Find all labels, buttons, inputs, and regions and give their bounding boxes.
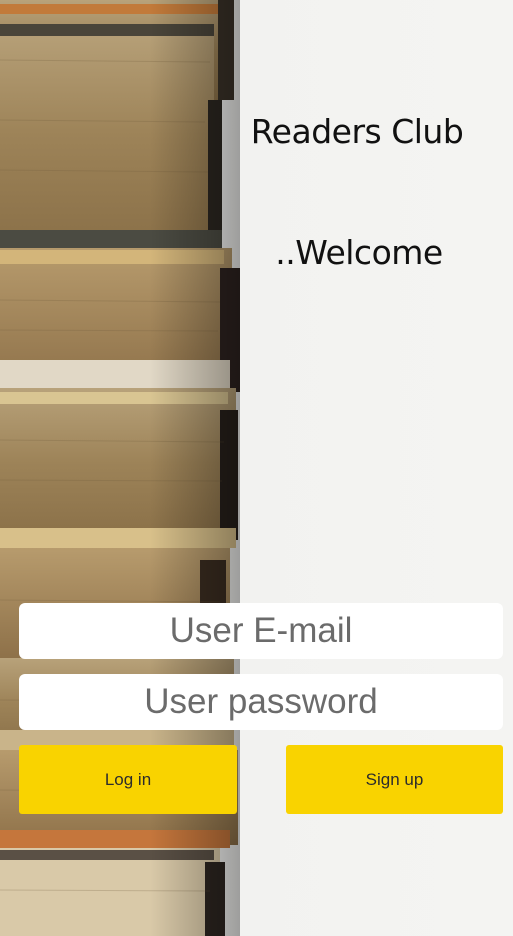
login-button[interactable]: Log in xyxy=(19,745,237,814)
welcome-text: ..Welcome xyxy=(275,233,443,272)
login-button-label: Log in xyxy=(104,769,152,789)
app-title: Readers Club xyxy=(250,112,464,151)
signup-button-label: Sign up xyxy=(365,769,424,789)
email-field[interactable] xyxy=(19,603,503,659)
signup-button[interactable]: Sign up xyxy=(286,745,503,814)
password-field[interactable] xyxy=(19,674,503,730)
login-screen: Readers Club ..Welcome Log in Sign up xyxy=(0,0,513,936)
